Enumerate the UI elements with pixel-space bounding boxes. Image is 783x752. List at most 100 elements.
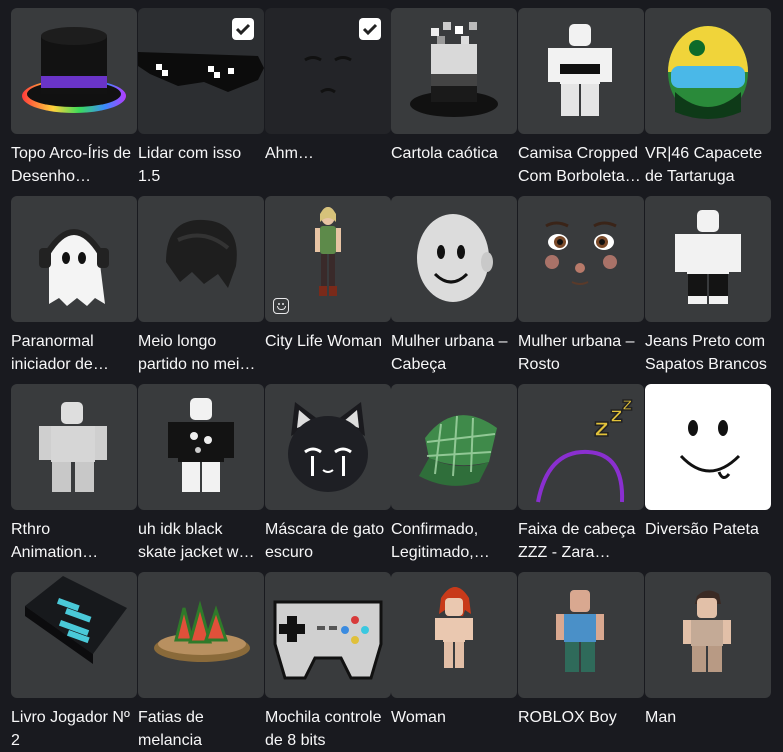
- item-thumbnail[interactable]: [645, 384, 771, 510]
- item-card[interactable]: Máscara de gato escuro: [265, 384, 391, 564]
- item-card[interactable]: Meio longo partido no mei…: [138, 196, 264, 376]
- man-avatar-icon: [683, 590, 731, 672]
- item-card[interactable]: Mulher urbana – Rosto: [518, 196, 644, 376]
- item-card[interactable]: Man: [645, 572, 771, 752]
- item-name: Mulher urbana – Rosto: [518, 333, 635, 373]
- goofy-face-icon: [679, 420, 741, 479]
- item-thumbnail[interactable]: [138, 384, 264, 510]
- item-thumbnail[interactable]: [265, 384, 391, 510]
- item-thumbnail[interactable]: [11, 384, 137, 510]
- svg-text:z: z: [610, 403, 623, 428]
- item-thumbnail[interactable]: [645, 572, 771, 698]
- cropped-shirt-avatar-icon: [548, 24, 612, 116]
- woman-avatar-icon: [435, 587, 473, 668]
- selected-check-icon[interactable]: [232, 18, 254, 40]
- item-name: Faixa de cabeça ZZZ - Zara…: [518, 521, 636, 561]
- item-card[interactable]: Mochila controle de 8 bits: [265, 572, 391, 752]
- item-thumbnail[interactable]: [391, 572, 517, 698]
- item-thumbnail[interactable]: [645, 196, 771, 322]
- item-card[interactable]: Rthro Animation…: [11, 384, 137, 564]
- item-name: uh idk black skate jacket w…: [138, 521, 255, 561]
- item-thumbnail[interactable]: [265, 572, 391, 698]
- green-plaid-cap-icon: [419, 415, 497, 486]
- item-name: Máscara de gato escuro: [265, 521, 385, 561]
- item-card[interactable]: ROBLOX Boy: [518, 572, 644, 752]
- item-card[interactable]: Fatias de melancia: [138, 572, 264, 752]
- selected-check-icon[interactable]: [359, 18, 381, 40]
- item-name: Jeans Preto com Sapatos Brancos: [645, 333, 767, 373]
- item-name: Livro Jogador Nº 2: [11, 709, 130, 749]
- player-book-icon: [25, 576, 127, 664]
- item-thumbnail[interactable]: [518, 8, 644, 134]
- item-card[interactable]: Paranormal iniciador de…: [11, 196, 137, 376]
- item-card[interactable]: Camisa Cropped Com Borboleta…: [518, 8, 644, 188]
- zzz-headband-icon: z z z: [536, 393, 633, 503]
- svg-text:z: z: [622, 394, 632, 415]
- item-card[interactable]: uh idk black skate jacket w…: [138, 384, 264, 564]
- item-card[interactable]: Jeans Preto com Sapatos Brancos: [645, 196, 771, 376]
- item-card[interactable]: Ahm…: [265, 8, 391, 188]
- item-name: ROBLOX Boy: [518, 709, 617, 726]
- item-card[interactable]: Mulher urbana – Cabeça: [391, 196, 517, 376]
- item-card[interactable]: Topo Arco-Íris de Desenho…: [11, 8, 137, 188]
- item-thumbnail[interactable]: [11, 196, 137, 322]
- item-card[interactable]: z z z Faixa de cabeça ZZZ - Zara…: [518, 384, 644, 564]
- item-name: VR|46 Capacete de Tartaruga: [645, 145, 763, 185]
- item-card[interactable]: Livro Jogador Nº 2: [11, 572, 137, 752]
- item-thumbnail[interactable]: [265, 196, 391, 322]
- cat-mask-icon: [288, 402, 368, 492]
- chaotic-top-hat-icon: [410, 22, 498, 117]
- watermelon-slices-icon: [154, 600, 250, 662]
- catalog-grid: Topo Arco-Íris de Desenho… Lidar com iss…: [0, 0, 783, 749]
- item-name: Camisa Cropped Com Borboleta…: [518, 145, 641, 185]
- item-name: City Life Woman: [265, 333, 383, 350]
- item-name: Lidar com isso 1.5: [138, 145, 242, 185]
- rthro-animation-icon: [39, 402, 107, 492]
- item-thumbnail[interactable]: [391, 384, 517, 510]
- item-name: Meio longo partido no mei…: [138, 333, 256, 373]
- item-thumbnail[interactable]: [138, 572, 264, 698]
- item-name: Rthro Animation…: [11, 521, 99, 561]
- item-thumbnail[interactable]: [518, 196, 644, 322]
- item-card[interactable]: City Life Woman: [265, 196, 391, 376]
- item-card[interactable]: Lidar com isso 1.5: [138, 8, 264, 188]
- urban-face-icon: [545, 221, 617, 285]
- item-card[interactable]: Cartola caótica: [391, 8, 517, 188]
- item-name: Cartola caótica: [391, 145, 498, 162]
- item-name: Man: [645, 709, 677, 726]
- item-name: Topo Arco-Íris de Desenho…: [11, 145, 132, 185]
- item-card[interactable]: Woman: [391, 572, 517, 752]
- item-name: Mochila controle de 8 bits: [265, 709, 382, 749]
- urban-head-icon: [417, 214, 493, 302]
- item-name: Diversão Pateta: [645, 521, 759, 538]
- skate-jacket-avatar-icon: [168, 398, 234, 492]
- item-thumbnail[interactable]: [11, 572, 137, 698]
- item-card[interactable]: VR|46 Capacete de Tartaruga: [645, 8, 771, 188]
- item-name: Woman: [391, 709, 446, 726]
- controller-backpack-icon: [273, 600, 383, 680]
- item-name: Mulher urbana – Cabeça: [391, 333, 508, 373]
- item-name: Confirmado, Legitimado,…: [391, 521, 490, 561]
- emote-icon: [273, 298, 289, 314]
- item-thumbnail[interactable]: [265, 8, 391, 134]
- svg-text:z: z: [594, 413, 609, 443]
- item-card[interactable]: Confirmado, Legitimado,…: [391, 384, 517, 564]
- item-thumbnail[interactable]: z z z: [518, 384, 644, 510]
- item-thumbnail[interactable]: [138, 8, 264, 134]
- item-thumbnail[interactable]: [391, 8, 517, 134]
- item-name: Ahm…: [265, 145, 314, 162]
- item-thumbnail[interactable]: [138, 196, 264, 322]
- roblox-boy-avatar-icon: [556, 590, 604, 672]
- black-jeans-avatar-icon: [675, 210, 741, 304]
- turtle-helmet-icon: [668, 26, 748, 119]
- black-hair-icon: [166, 219, 237, 288]
- item-thumbnail[interactable]: [391, 196, 517, 322]
- item-name: Fatias de melancia: [138, 709, 204, 749]
- item-thumbnail[interactable]: [645, 8, 771, 134]
- item-name: Paranormal iniciador de…: [11, 333, 109, 373]
- item-card[interactable]: Diversão Pateta: [645, 384, 771, 564]
- ghost-headphones-icon: [39, 229, 109, 306]
- rainbow-top-hat-icon: [22, 27, 126, 113]
- item-thumbnail[interactable]: [11, 8, 137, 134]
- item-thumbnail[interactable]: [518, 572, 644, 698]
